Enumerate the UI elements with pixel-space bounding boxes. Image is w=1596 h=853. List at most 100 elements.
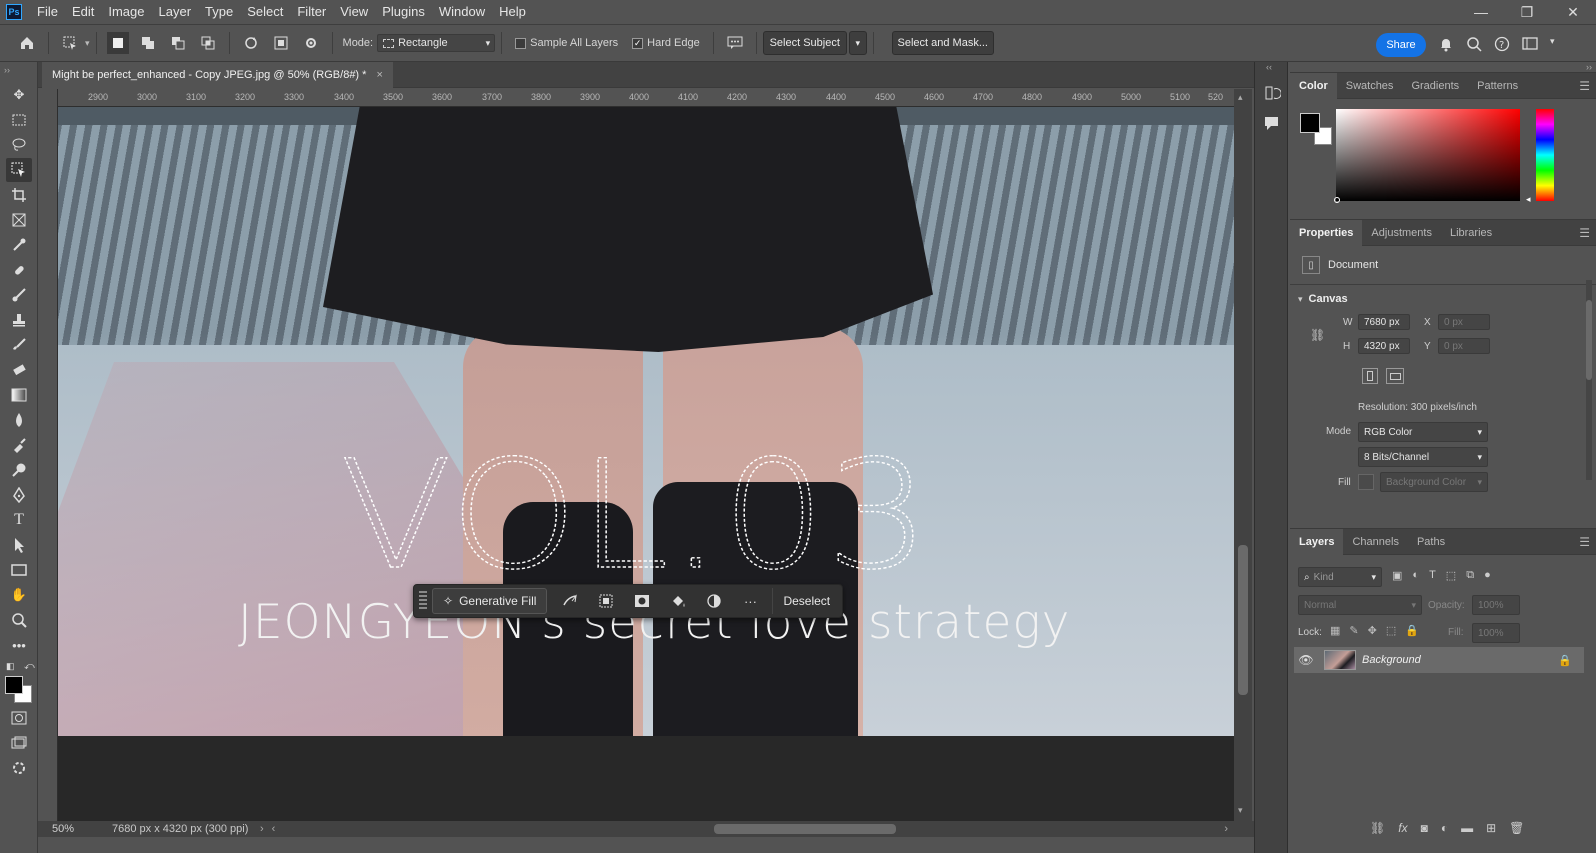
- path-selection-tool-icon[interactable]: [6, 533, 32, 557]
- canvas-area[interactable]: VOL.03 JEONGYEON's secret love strategy …: [58, 107, 1234, 821]
- more-options-icon[interactable]: ···: [737, 588, 763, 614]
- link-icon[interactable]: ⛓: [1310, 328, 1325, 342]
- search-icon[interactable]: [1466, 36, 1482, 55]
- refresh-icon[interactable]: [240, 32, 262, 54]
- subtract-from-selection-icon[interactable]: [167, 32, 189, 54]
- zoom-level[interactable]: 50%: [38, 823, 88, 835]
- vertical-scroll-thumb[interactable]: [1238, 545, 1248, 695]
- menu-plugins[interactable]: Plugins: [375, 0, 432, 24]
- pixel-filter-icon[interactable]: ▣: [1392, 569, 1402, 582]
- menu-select[interactable]: Select: [240, 0, 290, 24]
- intersect-selection-icon[interactable]: [197, 32, 219, 54]
- vertical-scrollbar[interactable]: ▴ ▾: [1234, 89, 1252, 821]
- new-layer-icon[interactable]: ⊞: [1486, 821, 1496, 835]
- home-icon[interactable]: [16, 32, 38, 54]
- lock-position-icon[interactable]: ✥: [1368, 624, 1377, 637]
- gear-icon[interactable]: [300, 32, 322, 54]
- adjustment-layer-icon[interactable]: [701, 588, 727, 614]
- panel-menu-icon[interactable]: ☰: [1579, 79, 1590, 93]
- share-button[interactable]: Share: [1376, 33, 1426, 57]
- scroll-left-icon[interactable]: ‹: [272, 823, 276, 835]
- opacity-input[interactable]: 100%: [1472, 595, 1520, 615]
- layer-row[interactable]: 👁 Background 🔒: [1294, 647, 1584, 673]
- properties-scrollbar[interactable]: [1586, 280, 1592, 480]
- create-mask-icon[interactable]: [629, 588, 655, 614]
- restore-button[interactable]: ❐: [1504, 0, 1550, 24]
- filter-toggle-icon[interactable]: ●: [1484, 569, 1491, 582]
- scroll-right-icon[interactable]: ›: [1224, 823, 1228, 835]
- tab-swatches[interactable]: Swatches: [1337, 73, 1403, 99]
- frame-tool-icon[interactable]: [6, 208, 32, 232]
- blur-tool-icon[interactable]: [6, 408, 32, 432]
- smudge-tool-icon[interactable]: [6, 433, 32, 457]
- feedback-icon[interactable]: [724, 32, 746, 54]
- panel-menu-icon[interactable]: ☰: [1579, 226, 1590, 240]
- landscape-orientation-icon[interactable]: [1386, 368, 1404, 384]
- height-input[interactable]: 4320 px: [1358, 338, 1410, 354]
- history-brush-tool-icon[interactable]: [6, 333, 32, 357]
- eyedropper-tool-icon[interactable]: [6, 233, 32, 257]
- menu-file[interactable]: File: [30, 0, 65, 24]
- fill-input[interactable]: 100%: [1472, 623, 1520, 643]
- rectangle-tool-icon[interactable]: [6, 558, 32, 582]
- smart-object-filter-icon[interactable]: ⧉: [1466, 569, 1474, 582]
- deselect-button[interactable]: Deselect: [772, 588, 830, 614]
- select-subject-button[interactable]: Select Subject: [762, 31, 847, 55]
- color-field[interactable]: [1336, 109, 1520, 201]
- marquee-tool-icon[interactable]: [6, 108, 32, 132]
- eraser-tool-icon[interactable]: [6, 358, 32, 382]
- default-colors-icon[interactable]: ◧: [6, 661, 15, 672]
- tab-libraries[interactable]: Libraries: [1441, 220, 1501, 246]
- foreground-color-swatch[interactable]: [1300, 113, 1320, 133]
- close-window-button[interactable]: ✕: [1550, 0, 1596, 24]
- document-tab[interactable]: Might be perfect_enhanced - Copy JPEG.jp…: [42, 62, 393, 88]
- minimize-button[interactable]: —: [1458, 0, 1504, 24]
- add-to-selection-icon[interactable]: [137, 32, 159, 54]
- quick-mask-icon[interactable]: [6, 706, 32, 730]
- chevron-right-icon[interactable]: ›: [260, 823, 264, 835]
- gradient-tool-icon[interactable]: [6, 383, 32, 407]
- canvas-section-header[interactable]: ▾ Canvas: [1298, 293, 1348, 305]
- invert-selection-icon[interactable]: [593, 588, 619, 614]
- new-adjustment-layer-icon[interactable]: ◐: [1441, 821, 1448, 835]
- shape-filter-icon[interactable]: ⬚: [1446, 569, 1456, 582]
- modify-selection-icon[interactable]: [557, 588, 583, 614]
- menu-type[interactable]: Type: [198, 0, 240, 24]
- crop-tool-icon[interactable]: [6, 183, 32, 207]
- lock-artboard-icon[interactable]: ⬚: [1386, 624, 1396, 637]
- chevron-down-icon[interactable]: ▾: [1550, 36, 1555, 55]
- pen-tool-icon[interactable]: [6, 483, 32, 507]
- swap-colors-icon[interactable]: ⤺: [24, 661, 35, 672]
- close-tab-icon[interactable]: ×: [376, 69, 382, 81]
- zoom-tool-icon[interactable]: [6, 608, 32, 632]
- object-selection-tool-icon[interactable]: [6, 158, 32, 182]
- comments-icon[interactable]: [1263, 114, 1281, 135]
- bit-depth-dropdown[interactable]: 8 Bits/Channel ▾: [1358, 447, 1488, 467]
- expand-panels-icon[interactable]: ‹‹: [1266, 62, 1272, 72]
- tab-gradients[interactable]: Gradients: [1402, 73, 1468, 99]
- scroll-down-icon[interactable]: ▾: [1238, 805, 1243, 816]
- tab-properties[interactable]: Properties: [1290, 219, 1363, 246]
- width-input[interactable]: 7680 px: [1358, 314, 1410, 330]
- link-layers-icon[interactable]: ⛓: [1370, 821, 1385, 835]
- collapse-panels-icon[interactable]: ››: [1586, 62, 1592, 72]
- menu-help[interactable]: Help: [492, 0, 533, 24]
- menu-window[interactable]: Window: [432, 0, 492, 24]
- layer-name[interactable]: Background: [1362, 654, 1421, 666]
- tab-layers[interactable]: Layers: [1290, 528, 1344, 555]
- clone-stamp-tool-icon[interactable]: [6, 308, 32, 332]
- bell-icon[interactable]: [1438, 36, 1454, 55]
- adjustment-filter-icon[interactable]: ◐: [1412, 569, 1419, 582]
- fill-selection-icon[interactable]: [665, 588, 691, 614]
- layer-kind-filter[interactable]: ⌕ Kind ▾: [1298, 567, 1382, 587]
- hand-tool-icon[interactable]: ✋: [6, 583, 32, 607]
- lock-pixels-icon[interactable]: ✎: [1349, 624, 1358, 637]
- properties-scroll-thumb[interactable]: [1586, 300, 1592, 380]
- dodge-tool-icon[interactable]: [6, 458, 32, 482]
- fill-color-swatch[interactable]: [1358, 474, 1374, 490]
- horizontal-scroll-thumb[interactable]: [714, 824, 896, 834]
- menu-filter[interactable]: Filter: [290, 0, 333, 24]
- foreground-color-swatch[interactable]: [5, 676, 23, 694]
- hue-slider[interactable]: [1536, 109, 1554, 201]
- drag-handle[interactable]: [419, 591, 427, 611]
